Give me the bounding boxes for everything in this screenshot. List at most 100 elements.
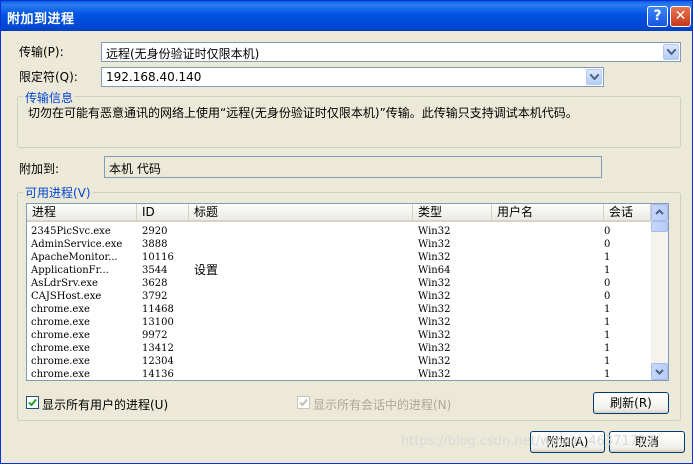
- chevron-down-icon: [655, 369, 664, 375]
- table-row[interactable]: ApplicationFr... 3544 设置 Win64 1: [27, 264, 651, 277]
- chevron-down-icon: [590, 74, 599, 80]
- row-process: chrome.exe: [31, 343, 90, 354]
- row-process: chrome.exe: [31, 330, 90, 341]
- row-session: 1: [604, 356, 611, 367]
- row-process: AdminService.exe: [31, 239, 123, 250]
- title-bar[interactable]: 附加到进程 ? ✕: [1, 1, 692, 31]
- row-id: 10116: [142, 252, 174, 263]
- chevron-down-icon: [667, 49, 676, 55]
- show-all-users-checkbox[interactable]: [26, 396, 39, 409]
- row-type: Win32: [418, 356, 451, 367]
- table-row[interactable]: chrome.exe 9972 Win32 1: [27, 329, 651, 342]
- row-type: Win32: [418, 304, 451, 315]
- qualifier-combobox[interactable]: 192.168.40.140: [101, 67, 604, 87]
- row-process: ApplicationFr...: [31, 265, 109, 276]
- qualifier-value: 192.168.40.140: [106, 70, 202, 84]
- row-type: Win32: [418, 369, 451, 380]
- column-header-type[interactable]: 类型: [413, 204, 492, 220]
- transport-combobox[interactable]: 远程(无身份验证时仅限本机): [101, 42, 681, 62]
- row-id: 3888: [142, 239, 168, 250]
- row-session: 0: [604, 239, 611, 250]
- qualifier-label: 限定符(Q):: [19, 70, 78, 84]
- row-session: 1: [604, 317, 611, 328]
- row-process: 2345PicSvc.exe: [31, 226, 111, 237]
- table-row[interactable]: chrome.exe 13412 Win32 1: [27, 342, 651, 355]
- row-id: 2920: [142, 226, 168, 237]
- scroll-down-button[interactable]: [651, 363, 668, 380]
- row-session: 1: [604, 265, 611, 276]
- row-id: 3628: [142, 278, 168, 289]
- help-button[interactable]: ?: [647, 6, 668, 27]
- table-row[interactable]: chrome.exe 14136 Win32 1: [27, 368, 651, 380]
- process-list-scrollbar[interactable]: [651, 204, 668, 380]
- table-row[interactable]: chrome.exe 12304 Win32 1: [27, 355, 651, 368]
- chevron-up-icon: [655, 209, 664, 215]
- table-row[interactable]: 2345PicSvc.exe 2920 Win32 0: [27, 225, 651, 238]
- row-session: 1: [604, 330, 611, 341]
- watermark: https://blog.csdn.net/weixin_46371723: [401, 434, 655, 449]
- show-all-users-label[interactable]: 显示所有用户的进程(U): [42, 396, 168, 413]
- show-all-sessions-label: 显示所有会话中的进程(N): [313, 398, 452, 412]
- row-session: 1: [604, 304, 611, 315]
- row-process: chrome.exe: [31, 369, 90, 380]
- row-id: 12304: [142, 356, 174, 367]
- column-header-id[interactable]: ID: [137, 204, 189, 220]
- row-id: 14136: [142, 369, 174, 380]
- row-id: 11468: [142, 304, 174, 315]
- checkmark-icon: [28, 398, 37, 407]
- transport-info-text: 切勿在可能有恶意通讯的网络上使用“远程(无身份验证时仅限本机)”传输。此传输只支…: [28, 106, 578, 120]
- column-header-title[interactable]: 标题: [189, 204, 413, 220]
- transport-value: 远程(无身份验证时仅限本机): [106, 47, 260, 61]
- qualifier-dropdown-arrow[interactable]: [586, 69, 602, 85]
- attach-to-box[interactable]: 本机 代码: [104, 156, 602, 178]
- row-session: 1: [604, 343, 611, 354]
- row-type: Win32: [418, 291, 451, 302]
- dialog-title: 附加到进程: [7, 12, 75, 27]
- table-row[interactable]: ApacheMonitor... 10116 Win32 1: [27, 251, 651, 264]
- attach-to-label: 附加到:: [19, 162, 60, 176]
- attach-to-process-dialog: 附加到进程 ? ✕ 传输(P): 远程(无身份验证时仅限本机) 限定符(Q): …: [0, 0, 693, 464]
- available-processes-title: 可用进程(V): [23, 184, 93, 201]
- table-row[interactable]: AdminService.exe 3888 Win32 0: [27, 238, 651, 251]
- row-session: 0: [604, 226, 611, 237]
- attach-to-value: 本机 代码: [109, 162, 161, 176]
- column-header-session[interactable]: 会话: [604, 204, 651, 220]
- column-header-process[interactable]: 进程: [27, 204, 137, 220]
- close-button[interactable]: ✕: [670, 6, 691, 27]
- checkmark-icon: [299, 398, 308, 407]
- table-row[interactable]: chrome.exe 13100 Win32 1: [27, 316, 651, 329]
- row-session: 0: [604, 291, 611, 302]
- row-type: Win32: [418, 252, 451, 263]
- column-header-username[interactable]: 用户名: [492, 204, 604, 220]
- row-id: 3792: [142, 291, 168, 302]
- table-row[interactable]: AsLdrSrv.exe 3628 Win32 0: [27, 277, 651, 290]
- row-process: chrome.exe: [31, 304, 90, 315]
- row-session: 0: [604, 278, 611, 289]
- row-session: 1: [604, 252, 611, 263]
- row-type: Win32: [418, 278, 451, 289]
- row-type: Win32: [418, 330, 451, 341]
- row-session: 1: [604, 369, 611, 380]
- row-process: chrome.exe: [31, 317, 90, 328]
- row-id: 3544: [142, 265, 168, 276]
- process-list[interactable]: 进程 ID 标题 类型 用户名 会话 2345PicSvc.exe 2920 Win…: [26, 203, 669, 381]
- row-process: CAJSHost.exe: [31, 291, 102, 302]
- table-row[interactable]: CAJSHost.exe 3792 Win32 0: [27, 290, 651, 303]
- transport-label: 传输(P):: [19, 45, 64, 59]
- scroll-thumb[interactable]: [651, 221, 668, 232]
- transport-dropdown-arrow[interactable]: [663, 44, 679, 60]
- row-id: 13100: [142, 317, 174, 328]
- show-all-sessions-checkbox[interactable]: [297, 396, 310, 409]
- row-id: 13412: [142, 343, 174, 354]
- row-type: Win32: [418, 226, 451, 237]
- refresh-button[interactable]: 刷新(R): [593, 392, 669, 414]
- scroll-up-button[interactable]: [651, 204, 668, 221]
- row-type: Win32: [418, 317, 451, 328]
- row-type: Win32: [418, 239, 451, 250]
- row-process: AsLdrSrv.exe: [31, 278, 98, 289]
- row-title: 设置: [194, 264, 219, 277]
- row-process: ApacheMonitor...: [31, 252, 118, 263]
- row-process: chrome.exe: [31, 356, 90, 367]
- table-row[interactable]: chrome.exe 11468 Win32 1: [27, 303, 651, 316]
- row-type: Win32: [418, 343, 451, 354]
